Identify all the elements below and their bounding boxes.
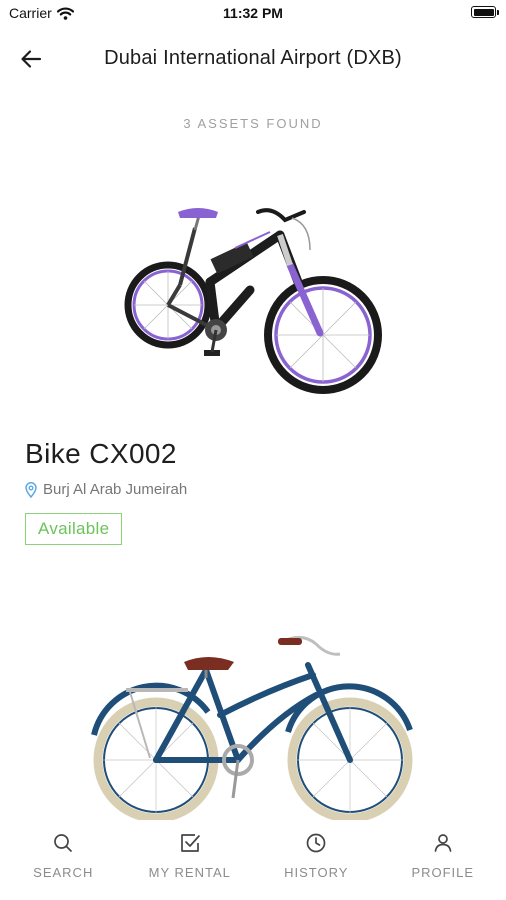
tab-search-label: SEARCH (33, 865, 94, 880)
nav-header: Dubai International Airport (DXB) (0, 30, 506, 88)
clock-icon (306, 833, 326, 853)
battery-icon (471, 6, 499, 18)
status-bar: Carrier 11:32 PM (0, 0, 506, 26)
status-badge: Available (25, 513, 123, 545)
tab-my-rental-label: MY RENTAL (148, 865, 231, 880)
asset-image-bike (91, 636, 413, 820)
bottom-nav: SEARCH MY RENTAL HISTORY PROFILE (0, 820, 506, 900)
checkbox-icon (180, 834, 200, 852)
asset-image-bike (124, 208, 382, 394)
tab-my-rental[interactable]: MY RENTAL (127, 820, 254, 900)
asset-location: Burj Al Arab Jumeirah (25, 481, 187, 498)
status-time: 11:32 PM (223, 5, 283, 21)
tab-search[interactable]: SEARCH (0, 820, 127, 900)
page-title: Dubai International Airport (DXB) (104, 47, 402, 69)
asset-card[interactable] (0, 610, 506, 820)
search-icon (54, 834, 73, 852)
tab-profile-label: PROFILE (411, 865, 475, 880)
asset-name: Bike CX002 (25, 438, 177, 469)
person-icon (434, 834, 452, 852)
tab-history-label: HISTORY (284, 865, 349, 880)
tab-profile[interactable]: PROFILE (380, 820, 506, 900)
location-pin-icon (25, 481, 37, 498)
tab-history[interactable]: HISTORY (253, 820, 380, 900)
asset-location-label: Burj Al Arab Jumeirah (43, 481, 188, 498)
assets-count: 3 ASSETS FOUND (183, 116, 323, 131)
asset-card[interactable]: Bike CX002 Burj Al Arab Jumeirah Availab… (0, 180, 506, 560)
